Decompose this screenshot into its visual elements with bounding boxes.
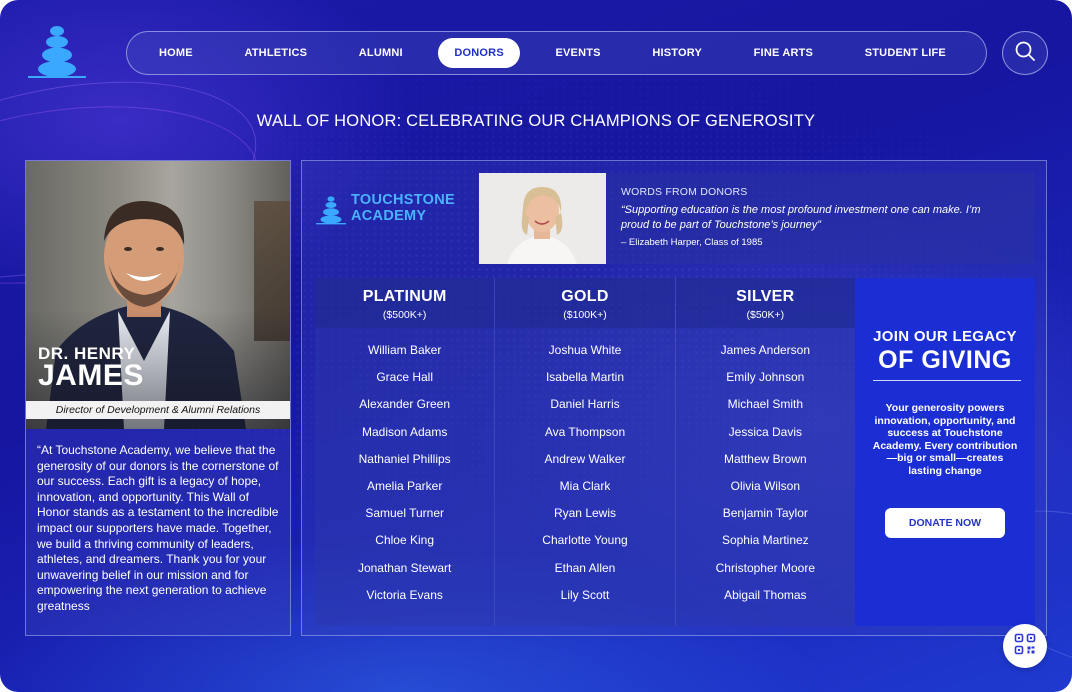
donor-photo	[479, 173, 606, 264]
qr-code-icon	[1014, 633, 1036, 660]
page-title: WALL OF HONOR: CELEBRATING OUR CHAMPIONS…	[256, 112, 816, 130]
donor-name: Andrew Walker	[544, 451, 626, 466]
donor-name: Matthew Brown	[723, 451, 807, 466]
nav-events[interactable]: EVENTS	[539, 38, 616, 68]
donor-name: Samuel Turner	[365, 506, 445, 521]
donor-name: Jonathan Stewart	[357, 560, 452, 575]
testimonial-label: WORDS FROM DONORS	[621, 186, 748, 198]
search-icon	[1014, 40, 1036, 67]
nav-fine-arts[interactable]: FINE ARTS	[738, 38, 829, 68]
qr-code-button[interactable]	[1003, 624, 1047, 668]
donor-name: Madison Adams	[361, 424, 448, 439]
tier-range: ($50K+)	[746, 309, 785, 321]
donor-name: Joshua White	[548, 343, 622, 357]
director-name: JAMES	[38, 359, 144, 392]
donor-name: Sophia Martinez	[721, 533, 809, 548]
donor-name: Christopher Moore	[715, 560, 815, 575]
donor-name: Ryan Lewis	[553, 506, 616, 521]
donor-name: Charlotte Young	[542, 533, 628, 548]
donor-tiers: PLATINUM ($500K+) William Baker Grace Ha…	[315, 278, 855, 626]
donor-name: Emily Johnson	[726, 370, 805, 385]
director-role: Director of Development & Alumni Relatio…	[26, 401, 290, 419]
app-screen: HOME ATHLETICS ALUMNI DONORS EVENTS HIST…	[0, 0, 1072, 692]
donor-name: Mia Clark	[559, 478, 611, 493]
cta-divider	[873, 380, 1021, 381]
brand-line1: TOUCHSTONE	[351, 192, 455, 208]
nav-alumni[interactable]: ALUMNI	[343, 38, 419, 68]
nav-history[interactable]: HISTORY	[636, 38, 718, 68]
tier-platinum: PLATINUM ($500K+) William Baker Grace Ha…	[315, 278, 495, 626]
donor-name: William Baker	[367, 343, 442, 357]
donor-name: Ethan Allen	[554, 560, 616, 575]
main-nav: HOME ATHLETICS ALUMNI DONORS EVENTS HIST…	[126, 31, 987, 75]
tier-name: PLATINUM	[362, 288, 447, 305]
donor-name: Lily Scott	[560, 587, 610, 602]
nav-home[interactable]: HOME	[143, 38, 209, 68]
tier-silver: SILVER ($50K+) James Anderson Emily John…	[674, 278, 855, 626]
nav-donors[interactable]: DONORS	[438, 38, 520, 68]
testimonial-quote: “Supporting education is the most profou…	[621, 204, 981, 231]
academy-brand[interactable]: TOUCHSTONE ACADEMY	[316, 192, 466, 227]
giving-cta-panel: JOIN OUR LEGACY OF GIVING Your generosit…	[855, 278, 1035, 626]
stacked-stones-logo	[316, 196, 346, 225]
donor-name: Nathaniel Phillips	[358, 451, 451, 466]
stacked-stones-logo[interactable]	[26, 24, 88, 80]
donor-name: Grace Hall	[376, 370, 433, 385]
donor-name: James Anderson	[720, 343, 811, 357]
donor-name: Ava Thompson	[544, 424, 626, 439]
donor-name: Victoria Evans	[366, 587, 443, 602]
cta-body: Your generosity powers innovation, oppor…	[872, 402, 1018, 477]
tier-name: GOLD	[561, 288, 609, 305]
donor-name: Amelia Parker	[366, 478, 443, 493]
nav-student-life[interactable]: STUDENT LIFE	[849, 38, 962, 68]
donate-now-button[interactable]: DONATE NOW	[885, 508, 1005, 538]
tier-name: SILVER	[736, 288, 795, 305]
director-profile-card: DR. HENRY JAMES Director of Development …	[25, 160, 291, 636]
donor-name: Daniel Harris	[550, 397, 620, 412]
testimonial-author: – Elizabeth Harper, Class of 1985	[621, 237, 763, 248]
donor-name: Olivia Wilson	[730, 478, 800, 493]
wall-of-honor-panel: TOUCHSTONE ACADEMY WORDS FROM DONORS “Su…	[301, 160, 1047, 636]
brand-line2: ACADEMY	[351, 207, 427, 224]
donor-testimonial: WORDS FROM DONORS “Supporting education …	[479, 173, 1035, 264]
cta-heading-line2: OF GIVING	[878, 346, 1012, 374]
search-button[interactable]	[1002, 31, 1048, 75]
tier-range: ($100K+)	[563, 309, 607, 321]
donor-name: Chloe King	[375, 533, 435, 548]
donor-name: Jessica Davis	[728, 424, 802, 439]
cta-heading-line1: JOIN OUR LEGACY	[873, 328, 1017, 345]
director-quote: “At Touchstone Academy, we believe that …	[37, 443, 279, 613]
donor-name: Alexander Green	[359, 397, 451, 412]
donor-name: Benjamin Taylor	[722, 506, 808, 521]
donor-name: Michael Smith	[727, 397, 803, 412]
tier-gold: GOLD ($100K+) Joshua White Isabella Mart…	[494, 278, 675, 626]
donor-name: Abigail Thomas	[724, 587, 807, 602]
nav-athletics[interactable]: ATHLETICS	[228, 38, 323, 68]
tier-range: ($500K+)	[382, 309, 427, 321]
donor-name: Isabella Martin	[545, 370, 625, 385]
